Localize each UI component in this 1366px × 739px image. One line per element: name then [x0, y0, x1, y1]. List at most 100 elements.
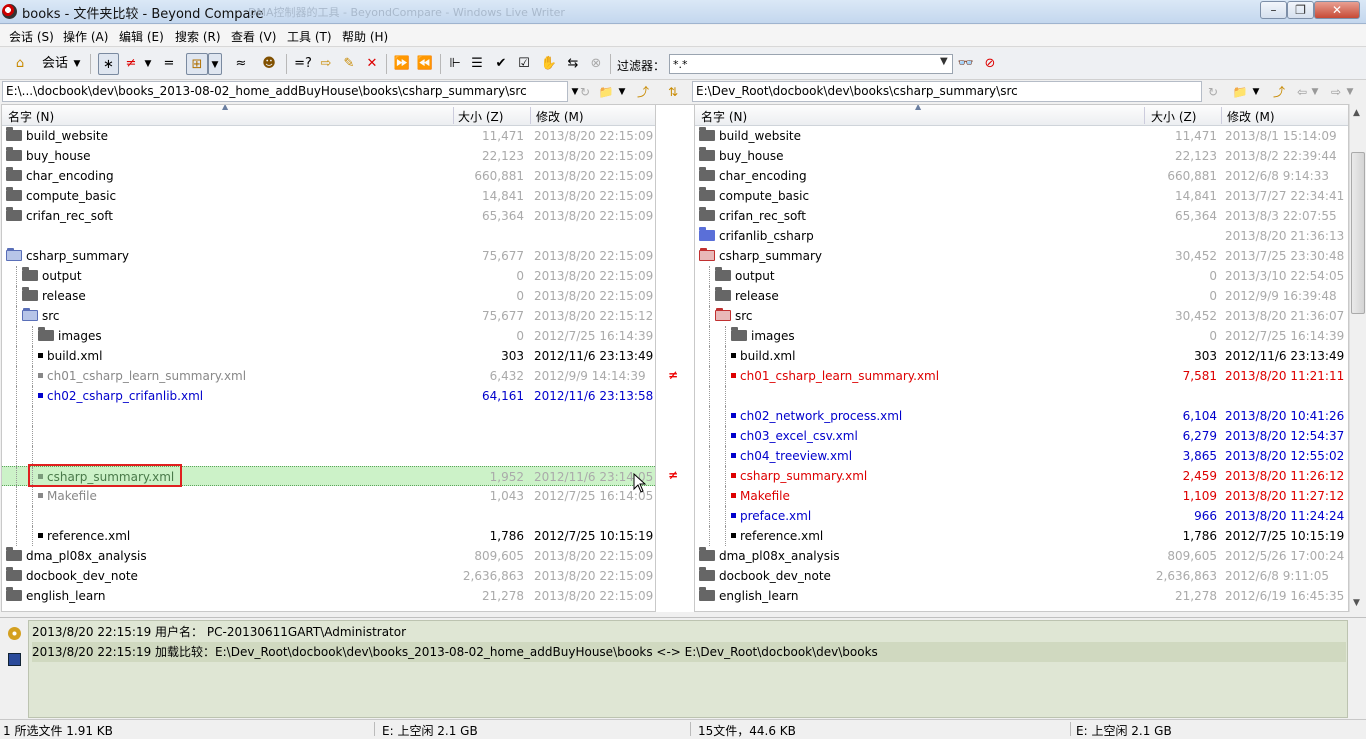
file-row[interactable]: dma_pl08x_analysis 809,605 2012/5/26 17:00… — [695, 546, 1348, 566]
file-row[interactable]: release 0 2012/9/9 16:39:48 — [695, 286, 1348, 306]
file-row[interactable]: csharp_summary.xml 2,459 2013/8/20 11:26:1… — [695, 466, 1348, 486]
file-row[interactable]: ch02_csharp_crifanlib.xml 64,161 2012/11/6… — [2, 386, 655, 406]
filter-input[interactable] — [669, 54, 953, 74]
structure-dropdown-icon[interactable]: ▼ — [208, 53, 222, 75]
file-row[interactable]: english_learn 21,278 2012/6/19 16:45:35 — [695, 586, 1348, 606]
left-browse-dropdown-icon[interactable]: ▼ — [616, 83, 628, 101]
file-row[interactable]: char_encoding 660,881 2013/8/20 22:15:09 — [2, 166, 655, 186]
select-all-icon[interactable]: ☑ — [515, 53, 533, 75]
sync-left-icon[interactable]: ⏪ — [415, 53, 435, 75]
file-row[interactable]: ch02_network_process.xml 6,104 2013/8/20 1… — [695, 406, 1348, 426]
column-divider[interactable] — [1144, 107, 1145, 124]
file-row[interactable]: src 75,677 2013/8/20 22:15:12 — [2, 306, 655, 326]
file-row[interactable]: crifan_rec_soft 65,364 2013/8/20 22:15:09 — [2, 206, 655, 226]
empty-row[interactable] — [2, 506, 655, 526]
scrollbar-thumb[interactable] — [1351, 152, 1365, 314]
close-button[interactable]: ✕ — [1314, 1, 1360, 19]
file-row[interactable]: build.xml 303 2012/11/6 23:13:49 — [695, 346, 1348, 366]
size-column-header[interactable]: 大小 (Z) — [1151, 108, 1196, 125]
gear-icon[interactable] — [8, 627, 21, 640]
back-icon[interactable]: ⇦ — [1294, 83, 1310, 101]
vertical-scrollbar[interactable]: ▲ ▼ — [1349, 104, 1366, 612]
sync-right-icon[interactable]: ⏩ — [392, 53, 412, 75]
file-row[interactable]: compute_basic 14,841 2013/8/20 22:15:09 — [2, 186, 655, 206]
file-row[interactable]: build.xml 303 2012/11/6 23:13:49 — [2, 346, 655, 366]
compare-contents-icon[interactable]: =? — [292, 53, 314, 75]
right-path-input[interactable]: E:\Dev_Root\docbook\dev\books\csharp_sum… — [692, 81, 1202, 102]
touch-icon[interactable]: ✋ — [540, 53, 558, 75]
column-divider[interactable] — [530, 107, 531, 124]
file-row[interactable]: docbook_dev_note 2,636,863 2013/8/20 22:15… — [2, 566, 655, 586]
scroll-down-icon[interactable]: ▼ — [1353, 598, 1360, 608]
stop-icon[interactable]: ⊗ — [587, 53, 605, 75]
maximize-button[interactable]: ❐ — [1287, 1, 1314, 19]
left-up-folder-icon[interactable]: ⤴ — [634, 83, 652, 101]
save-icon[interactable] — [8, 653, 21, 666]
file-row[interactable]: ch01_csharp_learn_summary.xml 7,581 2013/8… — [695, 366, 1348, 386]
apply-filter-icon[interactable]: 👓 — [956, 53, 976, 75]
file-row[interactable]: dma_pl08x_analysis 809,605 2013/8/20 22:15… — [2, 546, 655, 566]
file-row[interactable]: csharp_summary 30,452 2013/7/25 23:30:48 — [695, 246, 1348, 266]
empty-row[interactable] — [2, 406, 655, 426]
session-button[interactable]: 会话 — [40, 53, 70, 75]
menu-session[interactable]: 会话 (S) — [9, 28, 54, 45]
file-row[interactable]: output 0 2013/3/10 22:54:05 — [695, 266, 1348, 286]
column-divider[interactable] — [1221, 107, 1222, 124]
delete-icon[interactable]: ✕ — [363, 53, 381, 75]
folder-structure-toggle[interactable]: ⊞ — [186, 53, 208, 75]
menu-tools[interactable]: 工具 (T) — [287, 28, 332, 45]
user-icon[interactable]: ☻ — [258, 53, 280, 75]
forward-dropdown-icon[interactable]: ▼ — [1345, 83, 1355, 101]
show-differences-icon[interactable]: ≠ — [122, 53, 140, 75]
file-row[interactable]: src 30,452 2013/8/20 21:36:07 — [695, 306, 1348, 326]
left-refresh-icon[interactable]: ↻ — [576, 83, 594, 101]
menu-actions[interactable]: 操作 (A) — [63, 28, 108, 45]
file-row[interactable]: buy_house 22,123 2013/8/20 22:15:09 — [2, 146, 655, 166]
file-row[interactable]: reference.xml 1,786 2012/7/25 10:15:19 — [695, 526, 1348, 546]
menu-search[interactable]: 搜索 (R) — [175, 28, 221, 45]
file-row[interactable]: char_encoding 660,881 2012/6/8 9:14:33 — [695, 166, 1348, 186]
session-dropdown-icon[interactable]: ▼ — [71, 53, 83, 75]
back-dropdown-icon[interactable]: ▼ — [1310, 83, 1320, 101]
right-up-folder-icon[interactable]: ⤴ — [1270, 83, 1288, 101]
file-row[interactable]: build_website 11,471 2013/8/1 15:14:09 — [695, 126, 1348, 146]
file-row[interactable]: preface.xml 966 2013/8/20 11:24:24 — [695, 506, 1348, 526]
right-browse-dropdown-icon[interactable]: ▼ — [1250, 83, 1262, 101]
file-row[interactable]: Makefile 1,043 2012/7/25 16:14:05 — [2, 486, 655, 506]
file-row[interactable]: reference.xml 1,786 2012/7/25 10:15:19 — [2, 526, 655, 546]
file-row[interactable]: release 0 2013/8/20 22:15:09 — [2, 286, 655, 306]
file-row[interactable]: Makefile 1,109 2013/8/20 11:27:12 — [695, 486, 1348, 506]
file-row[interactable]: buy_house 22,123 2013/8/2 22:39:44 — [695, 146, 1348, 166]
swap-folders-icon[interactable]: ⇅ — [664, 83, 682, 101]
filter-dropdown-icon[interactable]: ▼ — [940, 56, 948, 67]
file-row[interactable]: output 0 2013/8/20 22:15:09 — [2, 266, 655, 286]
select-newer-icon[interactable]: ✔ — [492, 53, 510, 75]
scroll-up-icon[interactable]: ▲ — [1353, 108, 1360, 118]
empty-row[interactable] — [695, 386, 1348, 406]
forward-icon[interactable]: ⇨ — [1328, 83, 1344, 101]
collapse-tree-icon[interactable]: ☰ — [468, 53, 486, 75]
home-icon[interactable]: ⌂ — [9, 53, 31, 75]
file-row[interactable]: compute_basic 14,841 2013/7/27 22:34:41 — [695, 186, 1348, 206]
right-refresh-icon[interactable]: ↻ — [1204, 83, 1222, 101]
right-browse-folder-icon[interactable]: 📁 — [1232, 83, 1248, 101]
name-column-header[interactable]: 名字 (N) — [8, 108, 54, 125]
show-all-toggle[interactable]: ∗ — [98, 53, 119, 75]
rename-icon[interactable]: ✎ — [340, 53, 358, 75]
file-row[interactable]: ch04_treeview.xml 3,865 2013/8/20 12:55:02 — [695, 446, 1348, 466]
menu-edit[interactable]: 编辑 (E) — [119, 28, 164, 45]
clear-filter-icon[interactable]: ⊘ — [980, 53, 1000, 75]
show-same-icon[interactable]: = — [160, 53, 178, 75]
empty-row[interactable] — [2, 426, 655, 446]
menu-help[interactable]: 帮助 (H) — [342, 28, 388, 45]
file-row[interactable]: crifanlib_csharp 2013/8/20 21:36:13 — [695, 226, 1348, 246]
file-row[interactable]: ch01_csharp_learn_summary.xml 6,432 2012/9… — [2, 366, 655, 386]
left-browse-folder-icon[interactable]: 📁 — [598, 83, 614, 101]
left-path-input[interactable]: E:\...\docbook\dev\books_2013-08-02_home… — [2, 81, 568, 102]
minimize-button[interactable]: – — [1260, 1, 1287, 19]
swap-sides-icon[interactable]: ⇆ — [564, 53, 582, 75]
diff-dropdown-icon[interactable]: ▼ — [142, 53, 154, 75]
file-row[interactable]: csharp_summary 75,677 2013/8/20 22:15:09 — [2, 246, 655, 266]
file-row[interactable]: ch03_excel_csv.xml 6,279 2013/8/20 12:54:3… — [695, 426, 1348, 446]
file-row[interactable]: build_website 11,471 2013/8/20 22:15:09 — [2, 126, 655, 146]
